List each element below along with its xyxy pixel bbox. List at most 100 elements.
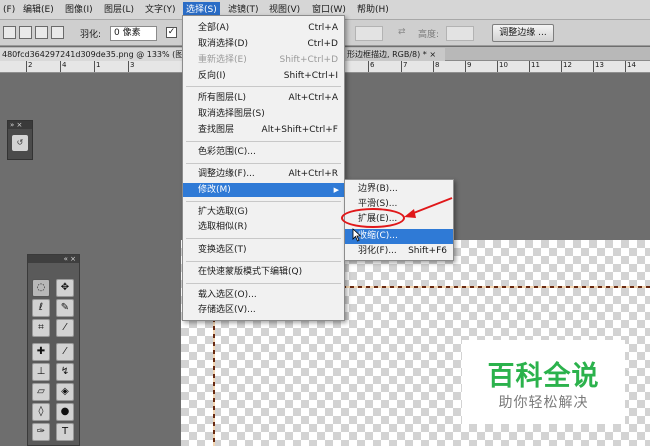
menu-item-quick-mask[interactable]: 在快速蒙版模式下编辑(Q) bbox=[183, 265, 344, 279]
menu-item-label: 在快速蒙版模式下编辑(Q) bbox=[198, 267, 303, 277]
ruler-tick bbox=[433, 61, 434, 72]
watermark-logo: 百科全说 助你轻松解决 bbox=[462, 340, 625, 424]
panel-header[interactable]: » × bbox=[8, 121, 32, 129]
ruler-tick bbox=[561, 61, 562, 72]
menu-item-label: 修改(M) bbox=[198, 185, 231, 195]
history-icon[interactable]: ↺ bbox=[12, 135, 28, 151]
menu-item-label: 选取相似(R) bbox=[198, 222, 248, 232]
menu-separator bbox=[186, 163, 341, 164]
menu-edit[interactable]: 编辑(E) bbox=[20, 2, 57, 18]
menu-separator bbox=[186, 141, 341, 142]
menu-item-grow[interactable]: 扩大选取(G) bbox=[183, 205, 344, 219]
ruler-tick bbox=[26, 61, 27, 72]
menu-separator bbox=[186, 201, 341, 202]
height-input[interactable] bbox=[446, 26, 474, 41]
tab-document-2[interactable]: 形边框描边, RGB/8) * × bbox=[345, 48, 445, 61]
menu-item-label: 查找图层 bbox=[198, 125, 235, 135]
ruler-number: 11 bbox=[531, 61, 540, 69]
menu-item-label: 取消选择图层(S) bbox=[198, 109, 265, 119]
menu-item-label: 所有图层(L) bbox=[198, 93, 247, 103]
ruler-tick bbox=[529, 61, 530, 72]
ruler-number: 9 bbox=[467, 61, 472, 69]
submenu-item-label: 羽化(F)... bbox=[358, 246, 397, 256]
toolbox-header[interactable]: « × bbox=[28, 255, 79, 263]
menu-layer[interactable]: 图层(L) bbox=[101, 2, 137, 18]
menu-item-deselect[interactable]: 取消选择(D) Ctrl+D bbox=[183, 37, 344, 51]
menu-type[interactable]: 文字(Y) bbox=[142, 2, 179, 18]
watermark-title: 百科全说 bbox=[487, 361, 600, 392]
crop-tool-icon[interactable]: ⌗ bbox=[32, 319, 50, 337]
ruler-number: 8 bbox=[435, 61, 440, 69]
ruler-number: 12 bbox=[563, 61, 572, 69]
ruler-number: 6 bbox=[370, 61, 375, 69]
paint-bucket-tool-icon[interactable]: ◈ bbox=[56, 383, 74, 401]
menu-image[interactable]: 图像(I) bbox=[62, 2, 96, 18]
lasso-tool-icon[interactable]: ℓ bbox=[32, 299, 50, 317]
mouse-cursor-icon bbox=[352, 228, 362, 242]
submenu-item-border[interactable]: 边界(B)... bbox=[345, 182, 453, 197]
menu-item-shortcut: Alt+Ctrl+A bbox=[288, 93, 338, 103]
tab-document-1[interactable]: 480fcd364297241d309de35.png @ 133% (图 bbox=[0, 48, 182, 61]
menu-separator bbox=[186, 238, 341, 239]
ruler-number: 7 bbox=[403, 61, 408, 69]
type-tool-icon[interactable]: T bbox=[56, 423, 74, 441]
ruler-tick bbox=[128, 61, 129, 72]
menu-item-refine-edge[interactable]: 调整边缘(F)... Alt+Ctrl+R bbox=[183, 167, 344, 181]
menu-item-inverse[interactable]: 反向(I) Shift+Ctrl+I bbox=[183, 69, 344, 83]
ruler-tick bbox=[401, 61, 402, 72]
ruler-number: 10 bbox=[499, 61, 508, 69]
ruler-tick bbox=[625, 61, 626, 72]
height-label: 高度: bbox=[418, 30, 440, 40]
subtract-selection-icon[interactable] bbox=[35, 26, 48, 39]
menu-item-deselect-layers[interactable]: 取消选择图层(S) bbox=[183, 107, 344, 121]
annotation-oval bbox=[341, 208, 405, 228]
menu-item-label: 扩大选取(G) bbox=[198, 207, 248, 217]
new-selection-icon[interactable] bbox=[3, 26, 16, 39]
width-input[interactable] bbox=[355, 26, 383, 41]
menu-item-shortcut: Shift+Ctrl+D bbox=[279, 55, 338, 65]
healing-brush-tool-icon[interactable]: ✚ bbox=[32, 343, 50, 361]
ruler-tick bbox=[60, 61, 61, 72]
menu-item-similar[interactable]: 选取相似(R) bbox=[183, 220, 344, 234]
eyedropper-tool-icon[interactable]: ⁄ bbox=[56, 319, 74, 337]
menu-item-all[interactable]: 全部(A) Ctrl+A bbox=[183, 21, 344, 35]
menu-item-shortcut: Ctrl+D bbox=[307, 39, 339, 49]
menu-item-label: 色彩范围(C)... bbox=[198, 147, 256, 157]
marquee-tool-icon[interactable]: ◌ bbox=[32, 279, 50, 297]
menu-item-label: 反向(I) bbox=[198, 71, 226, 81]
add-to-selection-icon[interactable] bbox=[19, 26, 32, 39]
refine-edge-button[interactable]: 调整边缘 ... bbox=[492, 24, 554, 42]
menu-item-color-range[interactable]: 色彩范围(C)... bbox=[183, 145, 344, 159]
menu-item-modify[interactable]: 修改(M) ▶ bbox=[183, 183, 344, 197]
ruler-tick bbox=[94, 61, 95, 72]
menu-item-label: 存储选区(V)... bbox=[198, 305, 256, 315]
clone-stamp-tool-icon[interactable]: ⊥ bbox=[32, 363, 50, 381]
ruler-number: 13 bbox=[595, 61, 604, 69]
feather-input[interactable]: 0 像素 bbox=[110, 26, 157, 41]
menu-item-shortcut: Alt+Ctrl+R bbox=[288, 169, 338, 179]
quick-select-tool-icon[interactable]: ✎ bbox=[56, 299, 74, 317]
history-brush-tool-icon[interactable]: ↯ bbox=[56, 363, 74, 381]
submenu-item-label: 边界(B)... bbox=[358, 184, 398, 194]
swap-icon[interactable]: ⇄ bbox=[398, 27, 406, 37]
ruler-tick bbox=[368, 61, 369, 72]
intersect-selection-icon[interactable] bbox=[51, 26, 64, 39]
menu-item-all-layers[interactable]: 所有图层(L) Alt+Ctrl+A bbox=[183, 91, 344, 105]
menu-item-find-layers[interactable]: 查找图层 Alt+Shift+Ctrl+F bbox=[183, 123, 344, 137]
move-tool-icon[interactable]: ✥ bbox=[56, 279, 74, 297]
submenu-item-feather[interactable]: 羽化(F)... Shift+F6 bbox=[345, 244, 453, 259]
brush-tool-icon[interactable]: ⁄ bbox=[56, 343, 74, 361]
menu-item-load-selection[interactable]: 载入选区(O)... bbox=[183, 288, 344, 302]
menu-help[interactable]: 帮助(H) bbox=[354, 2, 392, 18]
menu-item-shortcut: Shift+Ctrl+I bbox=[283, 71, 338, 81]
pen-tool-icon[interactable]: ✑ bbox=[32, 423, 50, 441]
menu-file[interactable]: (F) bbox=[0, 2, 18, 18]
menu-item-label: 取消选择(D) bbox=[198, 39, 248, 49]
menu-item-transform-selection[interactable]: 变换选区(T) bbox=[183, 243, 344, 257]
menu-item-reselect[interactable]: 重新选择(E) Shift+Ctrl+D bbox=[183, 53, 344, 67]
dodge-tool-icon[interactable]: ● bbox=[56, 403, 74, 421]
menu-item-save-selection[interactable]: 存储选区(V)... bbox=[183, 303, 344, 317]
blur-tool-icon[interactable]: ◊ bbox=[32, 403, 50, 421]
eraser-tool-icon[interactable]: ▱ bbox=[32, 383, 50, 401]
anti-alias-checkbox[interactable]: ✓ bbox=[166, 27, 177, 38]
